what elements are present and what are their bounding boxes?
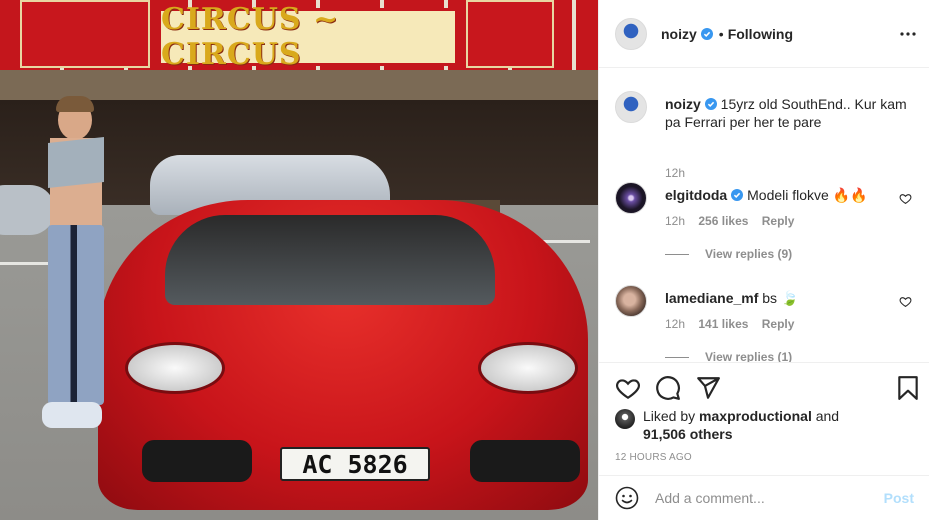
air-intake — [470, 440, 580, 482]
liked-by-text: Liked by maxproductional and 91,506 othe… — [643, 407, 903, 443]
headlight — [125, 342, 225, 394]
comment-item: elgitdoda Modeli flokve 🔥🔥 12h 256 likes… — [615, 182, 920, 228]
comment-body: bs 🍃 — [762, 290, 799, 306]
comment-username[interactable]: lamediane_mf — [665, 290, 758, 306]
heart-icon[interactable] — [615, 375, 641, 401]
boy-figure — [42, 96, 104, 430]
author-avatar[interactable] — [615, 17, 647, 50]
comment-meta: 12h 256 likes Reply — [665, 214, 794, 228]
comment-meta: 12h 141 likes Reply — [665, 317, 794, 331]
comment-text: elgitdoda Modeli flokve 🔥🔥 — [665, 186, 885, 204]
sign-panel-clown — [20, 0, 150, 68]
view-replies-label: View replies (9) — [705, 247, 793, 261]
liked-by-prefix: Liked by — [643, 408, 696, 424]
reply-button[interactable]: Reply — [762, 214, 795, 228]
caption-body: 15yrz old SouthEnd.. Kur kam pa Ferrari … — [665, 96, 907, 130]
arcade-sign: CIRCUS ~ CIRCUS — [158, 2, 458, 72]
comment-item: lamediane_mf bs 🍃 12h 141 likes Reply — [615, 285, 920, 331]
background-car — [0, 185, 55, 235]
commenter-avatar[interactable] — [615, 285, 647, 317]
post-comment-button[interactable]: Post — [884, 490, 914, 506]
post-timestamp[interactable]: 12 HOURS AGO — [615, 452, 692, 463]
following-button[interactable]: Following — [728, 26, 793, 42]
caption-username[interactable]: noizy — [665, 96, 701, 112]
comments-list[interactable]: noizy 15yrz old SouthEnd.. Kur kam pa Fe… — [599, 69, 929, 362]
liker-avatar[interactable] — [615, 409, 635, 429]
separator-dot: • — [718, 25, 724, 42]
air-intake — [142, 440, 252, 482]
post-caption: noizy 15yrz old SouthEnd.. Kur kam pa Fe… — [615, 91, 920, 180]
caption-time: 12h — [665, 166, 686, 180]
post-actions: Liked by maxproductional and 91,506 othe… — [599, 362, 929, 474]
post-image[interactable]: CIRCUS ~ CIRCUS AC 5826 — [0, 0, 598, 520]
awning — [0, 70, 598, 100]
comment-input[interactable] — [655, 490, 873, 506]
verified-badge-icon — [704, 98, 717, 110]
view-replies-label: View replies (1) — [705, 350, 793, 362]
emoji-icon[interactable] — [615, 486, 639, 510]
liker-username[interactable]: maxproductional — [699, 408, 812, 424]
comment-likes[interactable]: 141 likes — [698, 317, 748, 331]
comment-body: Modeli flokve 🔥🔥 — [747, 187, 868, 203]
verified-badge-icon — [731, 189, 744, 201]
commenter-avatar[interactable] — [615, 182, 647, 214]
replies-divider — [665, 357, 689, 359]
sign-panel-mascot — [466, 0, 554, 68]
author-avatar[interactable] — [615, 91, 647, 123]
license-plate: AC 5826 — [280, 447, 430, 481]
liked-by-and: and — [815, 408, 840, 424]
comment-likes[interactable]: 256 likes — [698, 214, 748, 228]
view-replies-button[interactable]: View replies (9) — [665, 247, 792, 261]
verified-badge-icon — [700, 27, 713, 40]
comment-username[interactable]: elgitdoda — [665, 187, 727, 203]
caption-text: noizy 15yrz old SouthEnd.. Kur kam pa Fe… — [665, 95, 915, 131]
comment-text: lamediane_mf bs 🍃 — [665, 289, 885, 307]
bookmark-icon[interactable] — [895, 375, 921, 401]
comment-time: 12h — [665, 317, 686, 331]
share-icon[interactable] — [695, 375, 721, 401]
more-options-icon[interactable] — [898, 24, 918, 44]
liked-by: Liked by maxproductional and 91,506 othe… — [615, 407, 903, 443]
comment-composer: Post — [599, 475, 929, 520]
post-side-panel: noizy • Following noizy 15yrz old SouthE… — [598, 0, 929, 520]
reply-button[interactable]: Reply — [762, 317, 795, 331]
comment-time: 12h — [665, 214, 686, 228]
headlight — [478, 342, 578, 394]
author-username[interactable]: noizy — [661, 26, 697, 42]
windshield — [165, 215, 495, 305]
view-replies-button[interactable]: View replies (1) — [665, 350, 792, 362]
post-header: noizy • Following — [599, 0, 929, 68]
comment-icon[interactable] — [655, 375, 681, 401]
comment-like-heart-icon[interactable] — [899, 295, 912, 308]
likes-others-count[interactable]: 91,506 others — [643, 426, 733, 442]
replies-divider — [665, 254, 689, 256]
comment-like-heart-icon[interactable] — [899, 192, 912, 205]
